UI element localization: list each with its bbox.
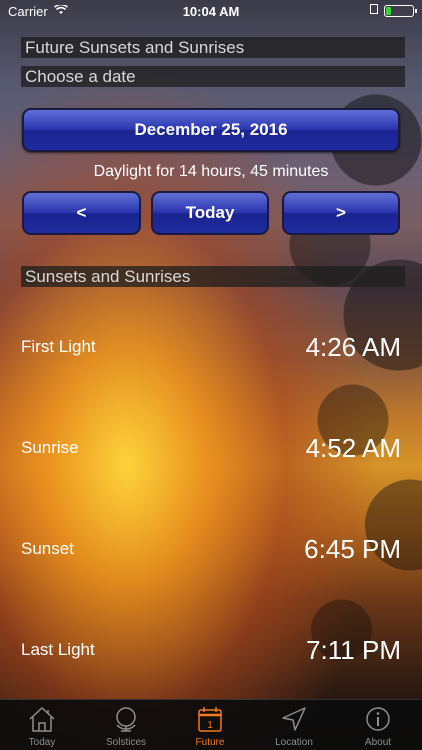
house-icon xyxy=(27,705,57,738)
choose-date-header: Choose a date xyxy=(21,66,405,87)
last-light-time: 7:11 PM xyxy=(306,635,401,665)
tab-about[interactable]: About xyxy=(336,700,420,750)
sunrise-label: Sunrise xyxy=(21,438,79,457)
sunsets-header: Sunsets and Sunrises xyxy=(21,266,405,287)
date-picker-button[interactable]: December 25, 2016 xyxy=(22,108,400,152)
globe-icon xyxy=(111,705,141,738)
first-light-time: 4:26 AM xyxy=(305,332,401,362)
sunset-time: 6:45 PM xyxy=(304,534,401,564)
info-icon xyxy=(363,705,393,738)
calendar-icon: 1 xyxy=(195,705,225,738)
charging-icon xyxy=(370,4,378,14)
tab-future-label: Future xyxy=(195,737,225,748)
first-light-label: First Light xyxy=(21,337,96,356)
tab-future[interactable]: 1 Future xyxy=(168,700,252,750)
future-header: Future Sunsets and Sunrises xyxy=(21,37,405,58)
last-light-label: Last Light xyxy=(21,640,95,659)
battery-icon xyxy=(384,5,417,17)
sunrise-time: 4:52 AM xyxy=(305,433,401,463)
previous-day-button[interactable]: < xyxy=(22,191,141,235)
battery-fill xyxy=(386,7,391,15)
tab-today[interactable]: Today xyxy=(0,700,84,750)
tab-today-label: Today xyxy=(28,737,56,748)
status-bar: Carrier 10:04 AM xyxy=(0,0,422,22)
tab-solstices-label: Solstices xyxy=(105,737,146,748)
location-arrow-icon xyxy=(279,705,309,738)
daylight-duration: Daylight for 14 hours, 45 minutes xyxy=(93,163,329,180)
tab-bar: Today Solstices 1 Future Location About xyxy=(0,699,422,750)
next-day-button[interactable]: > xyxy=(282,191,400,235)
tab-location[interactable]: Location xyxy=(252,700,336,750)
sunset-label: Sunset xyxy=(21,539,74,558)
today-button[interactable]: Today xyxy=(151,191,269,235)
tab-location-label: Location xyxy=(275,737,313,748)
status-time: 10:04 AM xyxy=(182,4,240,19)
calendar-day: 1 xyxy=(207,720,213,731)
tab-about-label: About xyxy=(364,737,392,748)
tab-solstices[interactable]: Solstices xyxy=(84,700,168,750)
